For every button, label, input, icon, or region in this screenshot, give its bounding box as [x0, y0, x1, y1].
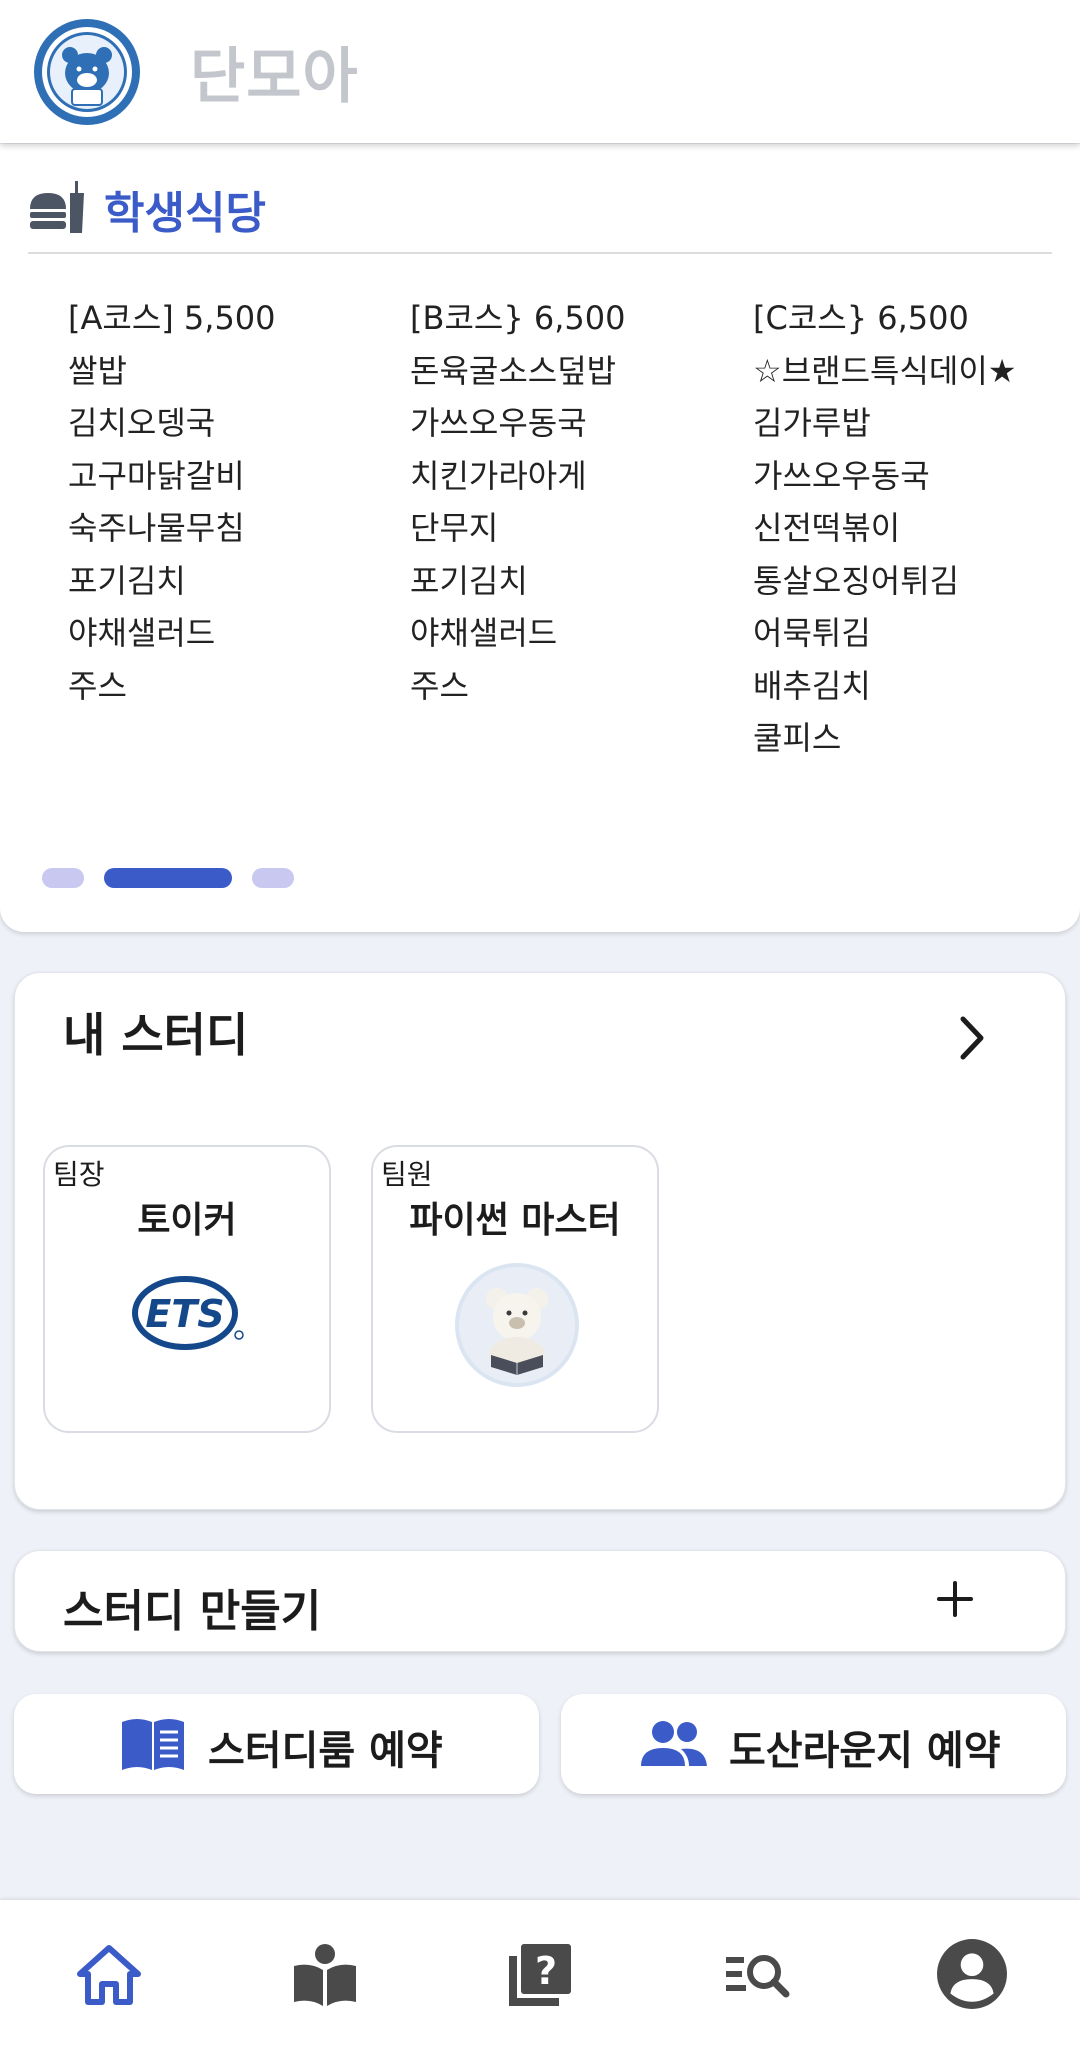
menu-item: 포기김치	[68, 561, 186, 600]
menu-course-a: [A코스] 5,500 쌀밥 김치오뎅국 고구마닭갈비 숙주나물무침 포기김치 …	[68, 292, 276, 712]
menu-item: 고구마닭갈비	[68, 456, 245, 495]
menu-item: 숙주나물무침	[68, 509, 245, 547]
my-study-title: 내 스터디	[63, 1008, 249, 1062]
create-study-button[interactable]: 스터디 만들기	[14, 1550, 1066, 1652]
menu-item: [B코스} 6,500	[410, 299, 626, 337]
page-dot[interactable]	[42, 868, 84, 888]
people-icon	[641, 1721, 707, 1766]
cafeteria-header: 학생식당	[28, 174, 266, 244]
menu-item: 김치오뎅국	[68, 404, 216, 442]
menu-item: 신전떡볶이	[753, 509, 901, 547]
book-open-icon	[122, 1719, 184, 1770]
ets-logo-text: ETS	[145, 1292, 224, 1336]
menu-item: 돈육굴소스덮밥	[410, 351, 617, 390]
menu-item: 단무지	[410, 509, 499, 547]
chevron-right-icon[interactable]	[953, 1011, 993, 1065]
cafeteria-card[interactable]: 학생식당 [A코스] 5,500 쌀밥 김치오뎅국 고구마닭갈비 숙주나물무침 …	[0, 144, 1080, 932]
menu-item: 가쓰오우동국	[410, 404, 587, 442]
menu-item: 주스	[68, 666, 127, 705]
account-icon[interactable]	[936, 1938, 1008, 2010]
menu-item: 김가루밥	[753, 404, 871, 442]
divider	[28, 252, 1052, 254]
study-tile[interactable]: 팀장 토이커 ETS	[43, 1145, 331, 1433]
app-title: 단모아	[190, 42, 359, 112]
menu-item: 가쓰오우동국	[753, 456, 930, 495]
menu-item: 어묵튀김	[753, 614, 871, 652]
study-role: 팀장	[53, 1158, 105, 1191]
teddy-bear-reading-image	[455, 1263, 579, 1387]
book-icon[interactable]	[290, 1940, 360, 2010]
ets-logo: ETS	[132, 1276, 244, 1350]
menu-item: [C코스} 6,500	[753, 299, 969, 337]
menu-item: 주스	[410, 666, 469, 705]
study-name: 토이커	[137, 1200, 237, 1241]
menu-item: ☆브랜드특식데이★	[753, 351, 1017, 390]
dosan-lounge-reservation-button[interactable]: 도산라운지 예약	[561, 1694, 1066, 1794]
my-study-card: 내 스터디 팀장 토이커 ETS 팀원 파이썬 마스터	[14, 972, 1066, 1510]
university-logo[interactable]	[32, 17, 142, 127]
menu-item: 포기김치	[410, 561, 528, 600]
menu-item: 치킨가라아게	[410, 456, 587, 495]
menu-item: [A코스] 5,500	[68, 299, 276, 337]
cafeteria-title: 학생식당	[104, 188, 266, 239]
fast-food-icon	[30, 181, 84, 233]
menu-item: 쌀밥	[68, 351, 127, 390]
app-header: 단모아	[0, 0, 1080, 143]
study-room-reservation-label: 스터디룸 예약	[208, 1728, 443, 1774]
page-dot-active[interactable]	[104, 868, 232, 888]
study-room-reservation-button[interactable]: 스터디룸 예약	[14, 1694, 539, 1794]
page-dot[interactable]	[252, 868, 294, 888]
study-role: 팀원	[381, 1158, 433, 1191]
home-icon[interactable]	[74, 1940, 144, 2010]
menu-item: 배추김치	[753, 666, 871, 705]
menu-course-b: [B코스} 6,500 돈육굴소스덮밥 가쓰오우동국 치킨가라아게 단무지 포기…	[410, 292, 625, 712]
question-board-icon[interactable]: ?	[505, 1940, 575, 2010]
search-list-icon[interactable]	[722, 1940, 792, 2010]
dosan-lounge-reservation-label: 도산라운지 예약	[729, 1728, 1001, 1774]
menu-item: 야채샐러드	[68, 614, 216, 652]
study-name: 파이썬 마스터	[409, 1200, 621, 1241]
menu-course-c: [C코스} 6,500 ☆브랜드특식데이★ 김가루밥 가쓰오우동국 신전떡볶이 …	[753, 292, 1016, 765]
svg-text:?: ?	[535, 1949, 557, 1993]
menu-item: 통살오징어튀김	[753, 561, 960, 600]
menu-item: 야채샐러드	[410, 614, 558, 652]
menu-item: 쿨피스	[753, 719, 842, 757]
bottom-navigation: ?	[0, 1900, 1080, 2052]
plus-icon	[937, 1581, 973, 1617]
create-study-label: 스터디 만들기	[63, 1586, 322, 1637]
study-tile[interactable]: 팀원 파이썬 마스터	[371, 1145, 659, 1433]
